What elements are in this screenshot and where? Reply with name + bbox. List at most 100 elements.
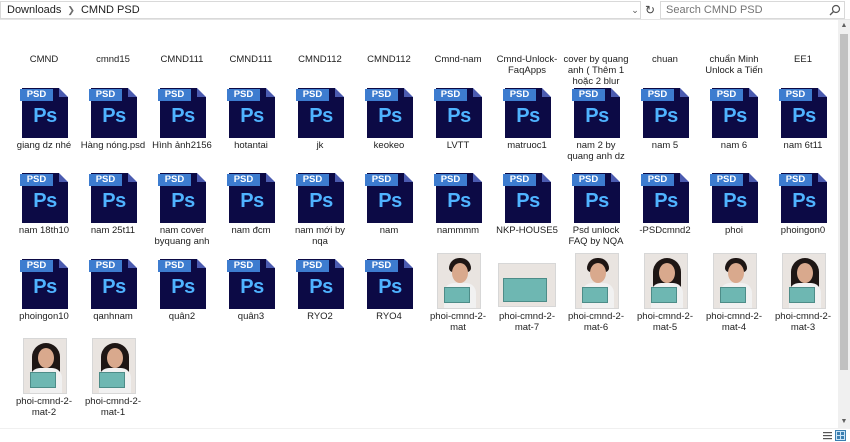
file-item[interactable]: PSD Ps NKP-HOUSE5	[493, 165, 561, 236]
file-item[interactable]: PSD Ps RYO2	[286, 251, 354, 322]
file-thumbnail: PSDPs	[631, 20, 699, 52]
file-name: RYO2	[307, 311, 333, 322]
photoshop-file-icon: PSD Ps	[296, 173, 344, 223]
file-item[interactable]: PSD Ps phoingon10	[10, 251, 78, 322]
file-item[interactable]: PSD Ps qanhnam	[79, 251, 147, 322]
file-thumbnail: PSDPs	[562, 165, 630, 223]
file-thumbnail	[424, 251, 492, 309]
breadcrumb-cmnd-psd[interactable]: CMND PSD	[81, 4, 140, 16]
status-bar	[0, 428, 850, 442]
file-name: nam 25t11	[90, 225, 136, 236]
file-name: giang dz nhé	[16, 140, 72, 151]
file-item[interactable]: PSD Ps keokeo	[355, 80, 423, 151]
file-item[interactable]: PSDPs chuan	[631, 20, 699, 65]
file-thumbnail: PSDPs	[148, 165, 216, 223]
file-thumbnail: PSDPs	[10, 80, 78, 138]
file-item[interactable]: PSD Ps nam 2 by quang anh dz	[562, 80, 630, 162]
file-item[interactable]: PSD Ps quân2	[148, 251, 216, 322]
file-item[interactable]: PSD Ps matruoc1	[493, 80, 561, 151]
scrollbar-thumb[interactable]	[840, 34, 848, 370]
file-item[interactable]: phoi-cmnd-2-mat-7	[493, 251, 561, 333]
photoshop-file-icon: PSD Ps	[227, 88, 275, 138]
file-item[interactable]: phoi-cmnd-2-mat-4	[700, 251, 768, 333]
file-item[interactable]: PSDPsCmnd-Unlock-FaqApps	[493, 20, 561, 76]
photoshop-file-icon: PSD Ps	[434, 173, 482, 223]
file-thumbnail: PSDPs	[355, 165, 423, 223]
file-item[interactable]: PSD Ps RYO4	[355, 251, 423, 322]
file-thumbnail: PSDPs	[79, 20, 147, 52]
refresh-icon[interactable]: ↻	[643, 2, 657, 18]
scroll-down-icon[interactable]: ▼	[838, 416, 850, 428]
file-thumbnail: PSDPs	[355, 251, 423, 309]
file-item[interactable]: PSD Ps hotantai	[217, 80, 285, 151]
file-item[interactable]: PSDPs cmnd15	[79, 20, 147, 65]
file-item[interactable]: PSDPs EE1	[769, 20, 837, 65]
large-icons-view-icon[interactable]	[835, 430, 846, 441]
file-item[interactable]: PSDPs CMND112	[355, 20, 423, 65]
file-thumbnail: PSDPs	[10, 251, 78, 309]
file-item[interactable]: CMND111	[148, 20, 216, 65]
search-input[interactable]	[660, 1, 845, 19]
file-item[interactable]: PSDPs Cmnd-nam	[424, 20, 492, 65]
file-name: NKP-HOUSE5	[496, 225, 558, 236]
file-item[interactable]: PSD Ps nam đcm	[217, 165, 285, 236]
file-item[interactable]: phoi-cmnd-2-mat-5	[631, 251, 699, 333]
file-thumbnail: PSDPs	[493, 165, 561, 223]
file-item[interactable]: PSD Ps nammmm	[424, 165, 492, 236]
file-item[interactable]: PSDPschuẩn Minh Unlock a Tiến	[700, 20, 768, 76]
file-item[interactable]: PSD Ps phoingon0	[769, 165, 837, 236]
file-item[interactable]: PSD Ps jk	[286, 80, 354, 151]
file-item[interactable]: PSD Ps nam 5	[631, 80, 699, 151]
file-thumbnail: PSDPs	[769, 20, 837, 52]
file-name: nam đcm	[231, 225, 271, 236]
photoshop-file-icon: PSD Ps	[503, 173, 551, 223]
file-item[interactable]: PSD Ps nam 6	[700, 80, 768, 151]
scroll-up-icon[interactable]: ▲	[838, 20, 850, 32]
file-item[interactable]: PSD Ps phoi	[700, 165, 768, 236]
file-item[interactable]: PSDPs CMND	[10, 20, 78, 65]
file-item[interactable]: phoi-cmnd-2-mat-3	[769, 251, 837, 333]
search-icon[interactable]	[829, 4, 841, 16]
file-thumbnail: PSDPs	[217, 20, 285, 52]
file-name: quân3	[237, 311, 265, 322]
file-item[interactable]: phoi-cmnd-2-mat	[424, 251, 492, 333]
file-thumbnail	[10, 336, 78, 394]
file-name: nammmm	[436, 225, 480, 236]
file-item[interactable]: phoi-cmnd-2-mat-6	[562, 251, 630, 333]
file-name: Hình ảnh2156	[152, 140, 212, 151]
file-item[interactable]: PSD Ps nam cover byquang anh	[148, 165, 216, 247]
breadcrumb-downloads[interactable]: Downloads	[7, 4, 61, 16]
file-thumbnail: PSDPs	[286, 165, 354, 223]
file-item[interactable]: CMND112	[286, 20, 354, 65]
photoshop-file-icon: PSD Ps	[227, 173, 275, 223]
file-name: CMND111	[160, 54, 204, 65]
details-view-icon[interactable]	[822, 430, 833, 441]
file-name: phoi-cmnd-2-mat-7	[499, 311, 555, 333]
file-item[interactable]: PSD Ps Psd unlock FAQ by NQA	[562, 165, 630, 247]
vertical-scrollbar[interactable]: ▲ ▼	[838, 20, 850, 428]
file-item[interactable]: PSD Ps Hàng nóng.psd	[79, 80, 147, 151]
file-item[interactable]: PSD Ps LVTT	[424, 80, 492, 151]
file-thumbnail	[700, 251, 768, 309]
file-item[interactable]: PSD Ps nam 6t11	[769, 80, 837, 151]
file-item[interactable]: PSD Ps nam 25t11	[79, 165, 147, 236]
file-item[interactable]: PSD Ps nam	[355, 165, 423, 236]
file-item[interactable]: PSD Ps quân3	[217, 251, 285, 322]
photoshop-file-icon: PSD Ps	[227, 259, 275, 309]
file-thumbnail: PSDPs	[217, 80, 285, 138]
file-thumbnail: PSDPs	[424, 165, 492, 223]
file-item[interactable]: PSD Ps nam mới by nqa	[286, 165, 354, 247]
file-name: phoi-cmnd-2-mat-4	[706, 311, 762, 333]
chevron-down-icon[interactable]: ⌄	[628, 2, 642, 18]
file-item[interactable]: PSD Ps nam 18th10	[10, 165, 78, 236]
file-item[interactable]: phoi-cmnd-2-mat-2	[10, 336, 78, 418]
file-item[interactable]: PSD Ps -PSDcmnd2	[631, 165, 699, 236]
file-name: phoi	[725, 225, 743, 236]
file-name: CMND	[29, 54, 59, 65]
breadcrumb[interactable]: Downloads ❯ CMND PSD	[0, 1, 641, 19]
file-item[interactable]: PSDPs CMND111	[217, 20, 285, 65]
file-name: -PSDcmnd2	[639, 225, 691, 236]
file-item[interactable]: phoi-cmnd-2-mat-1	[79, 336, 147, 418]
file-item[interactable]: PSD Ps Hình ảnh2156	[148, 80, 216, 151]
file-item[interactable]: PSD Ps giang dz nhé	[10, 80, 78, 151]
